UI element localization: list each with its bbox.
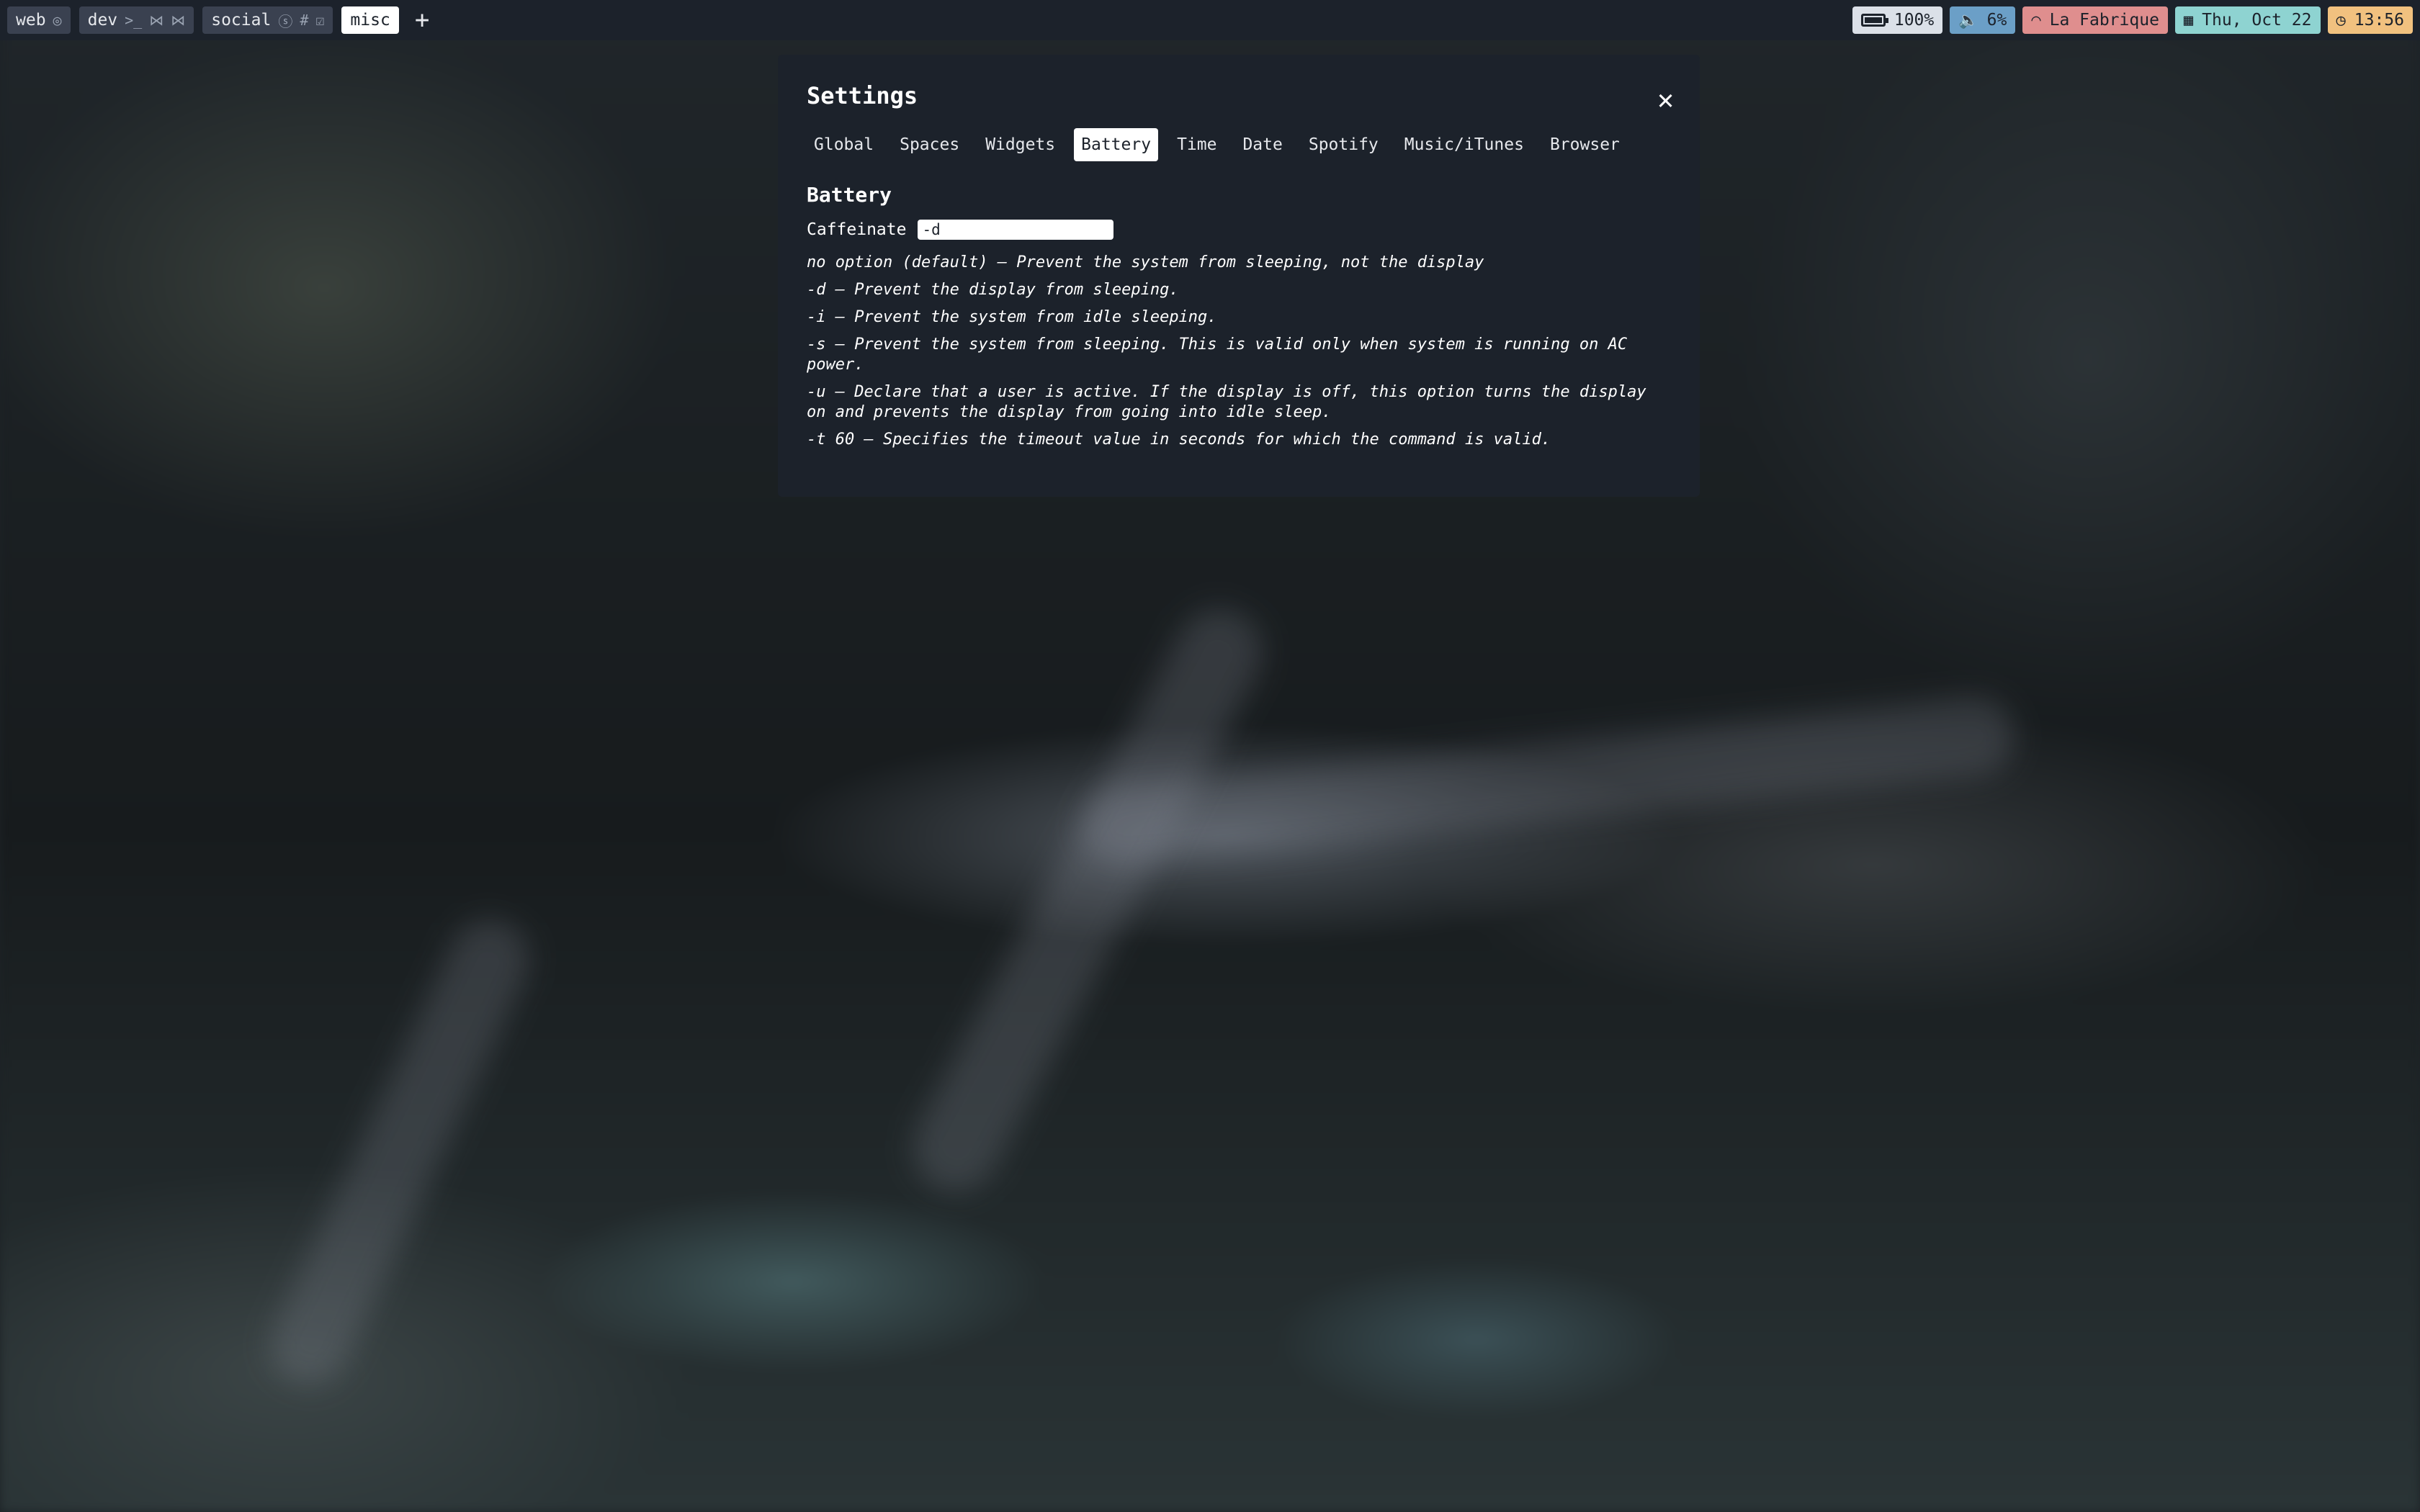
status-widgets: 100% 🔈 6% ◠ La Fabrique ▦ Thu, Oct 22 ◷ … <box>1852 6 2413 34</box>
tab-battery[interactable]: Battery <box>1074 128 1159 161</box>
space-label: social <box>211 11 272 30</box>
help-line: -d — Prevent the display from sleeping. <box>807 281 1179 299</box>
menu-bar: web ◎ dev >_ ⋈ ⋈ social ⓢ # ☑ misc + 100… <box>0 0 2420 40</box>
help-line: -u — Declare that a user is active. If t… <box>807 383 1656 421</box>
space-label: web <box>16 11 46 30</box>
tab-global[interactable]: Global <box>807 128 881 161</box>
caffeinate-help: no option (default) — Prevent the system… <box>807 253 1671 450</box>
volume-value: 6% <box>1986 11 2007 30</box>
terminal-icon: >_ <box>125 12 143 29</box>
vscode-icon: ⋈ <box>149 12 164 29</box>
space-web[interactable]: web ◎ <box>7 6 71 34</box>
help-line: no option (default) — Prevent the system… <box>807 253 1484 271</box>
speaker-icon: 🔈 <box>1958 11 1978 30</box>
time-widget[interactable]: ◷ 13:56 <box>2327 6 2413 34</box>
add-space-button[interactable]: + <box>408 6 436 34</box>
vscode-icon: ⋈ <box>171 12 186 29</box>
caffeinate-input[interactable] <box>918 220 1114 240</box>
tab-spaces[interactable]: Spaces <box>892 128 967 161</box>
space-misc[interactable]: misc <box>341 6 399 34</box>
wifi-icon: ◠ <box>2031 11 2041 30</box>
tab-spotify[interactable]: Spotify <box>1301 128 1386 161</box>
tab-date[interactable]: Date <box>1235 128 1289 161</box>
date-widget[interactable]: ▦ Thu, Oct 22 <box>2174 6 2321 34</box>
date-value: Thu, Oct 22 <box>2202 11 2312 30</box>
help-line: -t 60 — Specifies the timeout value in s… <box>807 431 1551 449</box>
slack-icon: # <box>300 12 309 29</box>
check-icon: ☑ <box>315 12 325 29</box>
battery-icon <box>1860 14 1888 27</box>
help-line: -i — Prevent the system from idle sleepi… <box>807 308 1217 326</box>
spaces-list: web ◎ dev >_ ⋈ ⋈ social ⓢ # ☑ misc + <box>7 6 436 34</box>
volume-widget[interactable]: 🔈 6% <box>1950 6 2016 34</box>
wifi-widget[interactable]: ◠ La Fabrique <box>2022 6 2168 34</box>
section-title: Battery <box>807 183 892 207</box>
wifi-name: La Fabrique <box>2049 11 2159 30</box>
tab-music-itunes[interactable]: Music/iTunes <box>1397 128 1531 161</box>
battery-widget[interactable]: 100% <box>1852 6 1943 34</box>
chrome-icon: ◎ <box>53 12 62 29</box>
calendar-icon: ▦ <box>2183 11 2194 30</box>
tab-widgets[interactable]: Widgets <box>978 128 1062 161</box>
battery-value: 100% <box>1894 11 1935 30</box>
space-label: misc <box>350 11 390 30</box>
clock-icon: ◷ <box>2336 11 2346 30</box>
close-icon[interactable]: ✕ <box>1657 85 1674 114</box>
caffeinate-label: Caffeinate <box>807 220 907 239</box>
page-title: Settings <box>807 82 918 109</box>
tab-time[interactable]: Time <box>1170 128 1224 161</box>
space-dev[interactable]: dev >_ ⋈ ⋈ <box>79 6 194 34</box>
settings-panel: Settings ✕ Global Spaces Widgets Battery… <box>778 55 1700 497</box>
space-label: dev <box>87 11 118 30</box>
space-social[interactable]: social ⓢ # ☑ <box>202 6 333 34</box>
help-line: -s — Prevent the system from sleeping. T… <box>807 336 1637 374</box>
tab-browser[interactable]: Browser <box>1543 128 1627 161</box>
skype-icon: ⓢ <box>278 12 293 30</box>
time-value: 13:56 <box>2354 11 2404 30</box>
settings-tabs: Global Spaces Widgets Battery Time Date … <box>807 128 1671 161</box>
caffeinate-row: Caffeinate <box>807 220 1671 240</box>
